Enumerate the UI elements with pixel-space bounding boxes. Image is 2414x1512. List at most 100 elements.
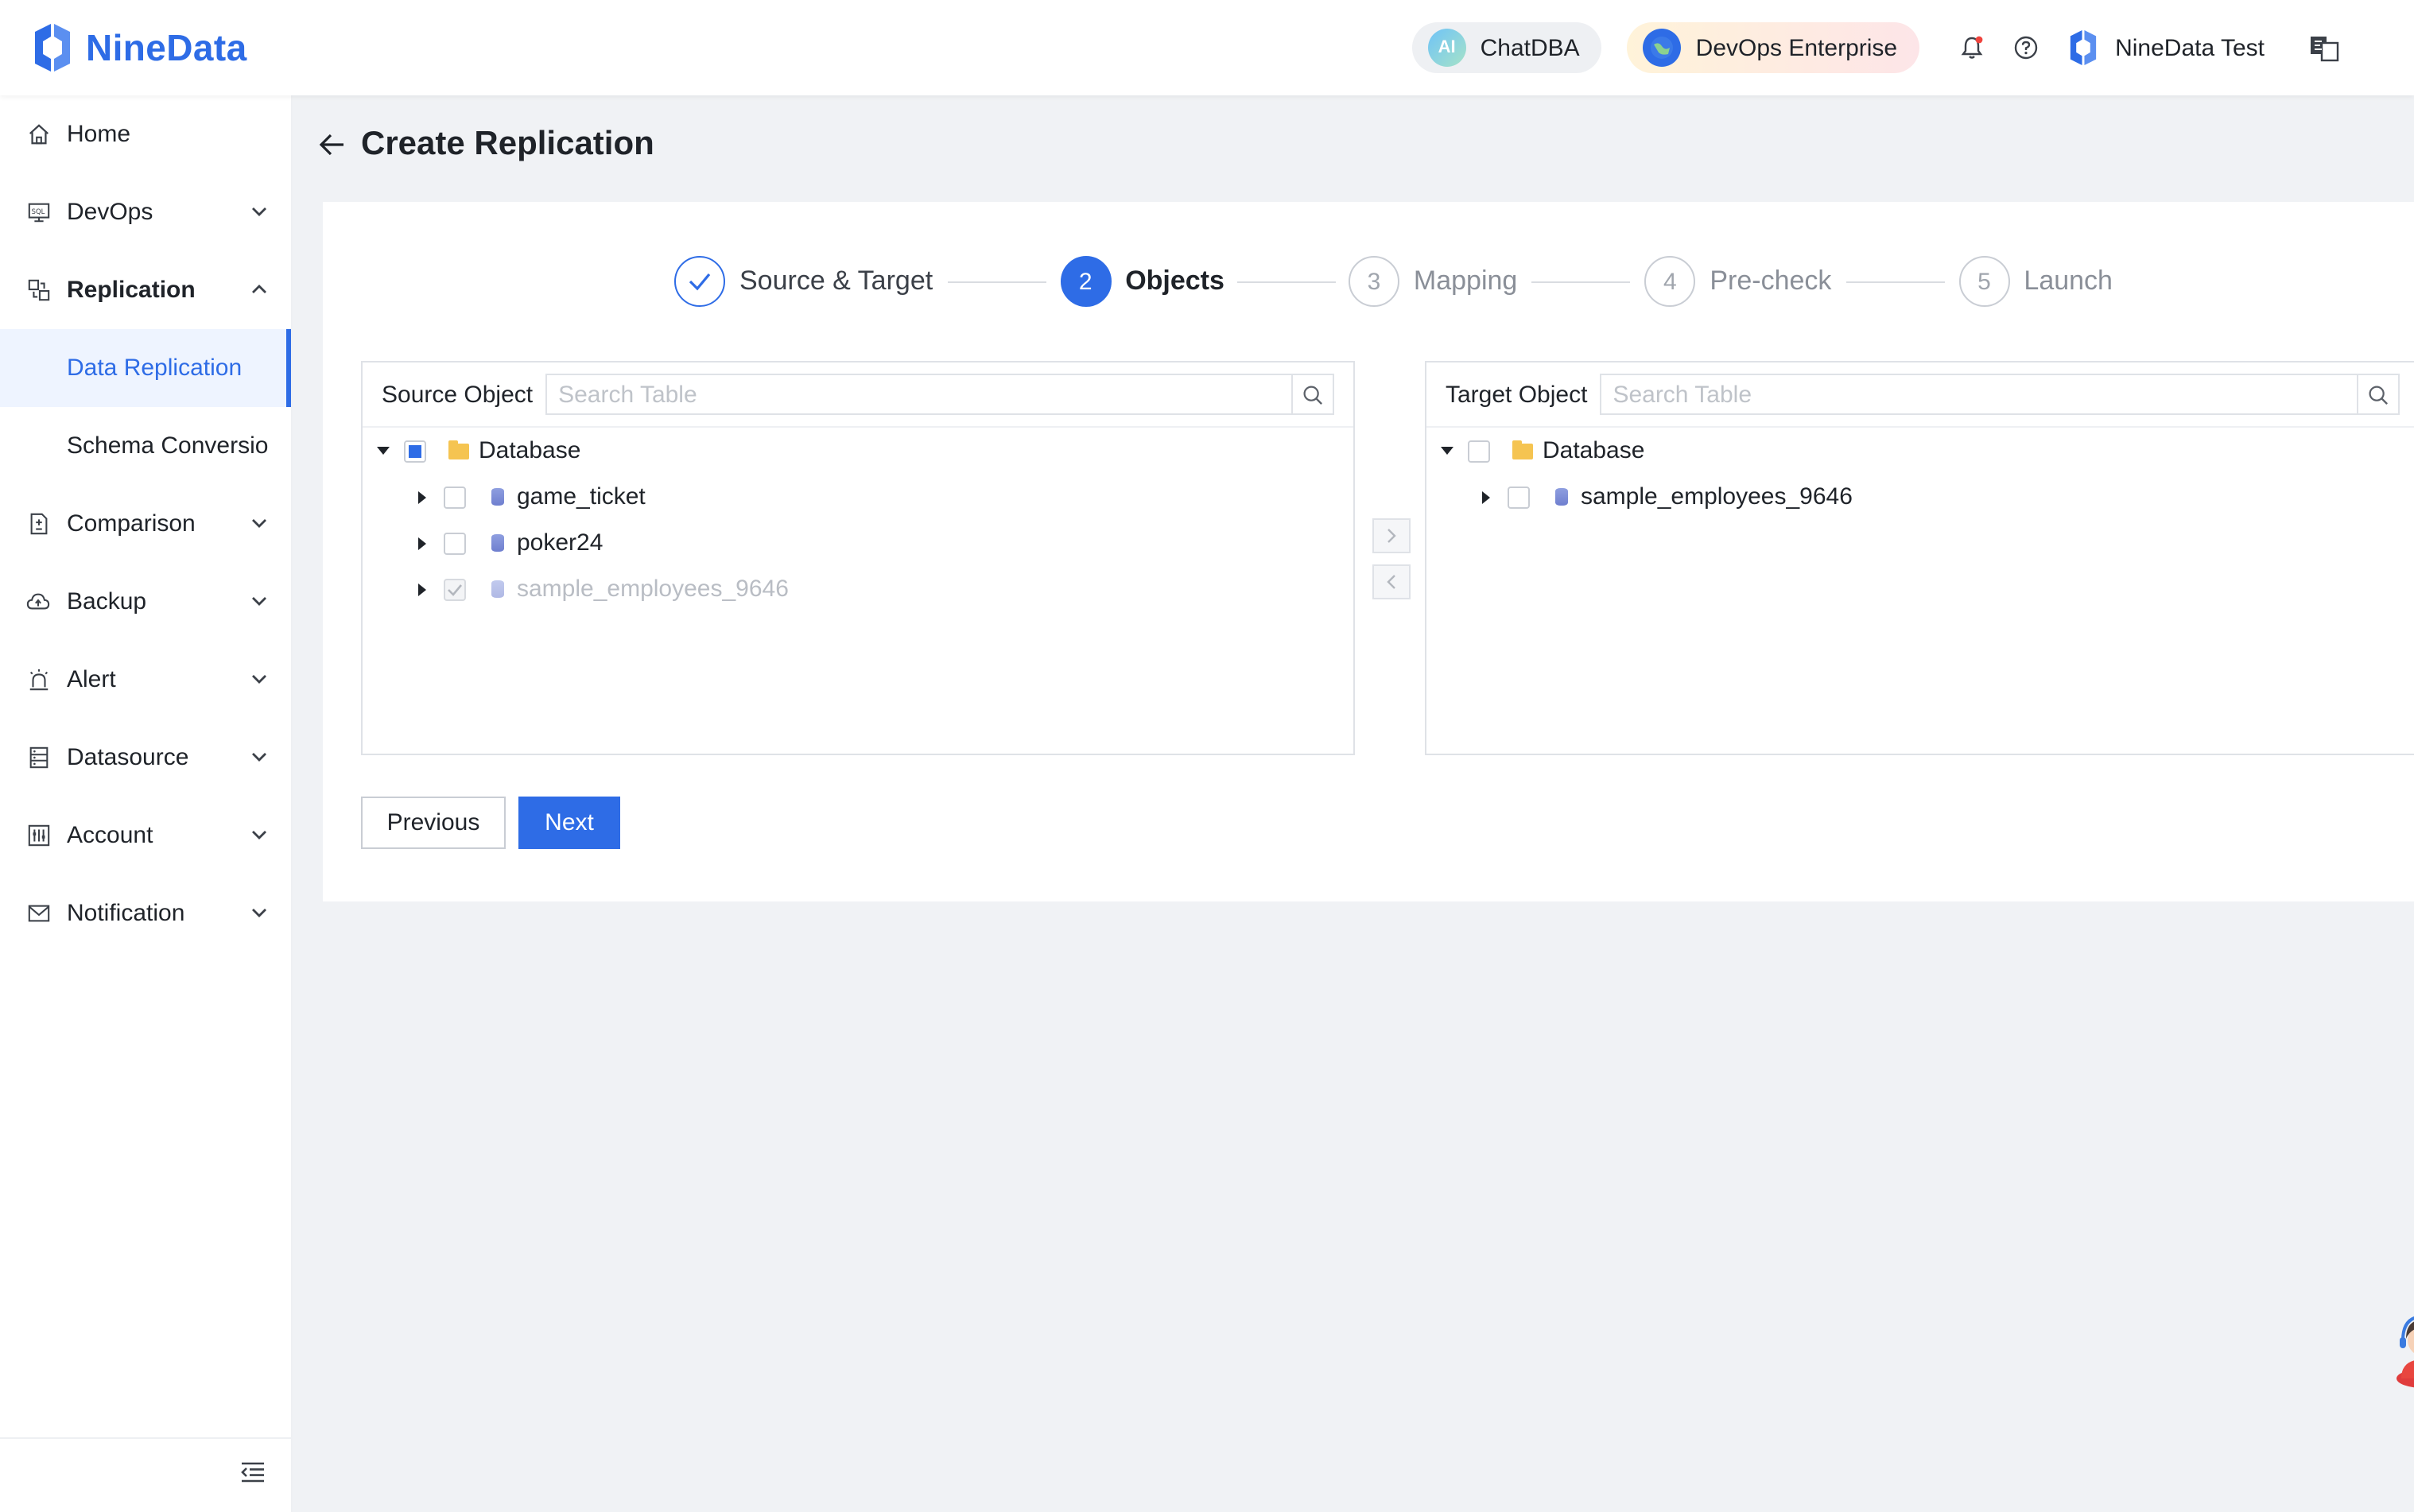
ninedata-logo-icon	[35, 24, 70, 72]
account-icon	[25, 823, 51, 848]
compare-icon	[25, 511, 51, 537]
brand-logo[interactable]: NineData	[29, 22, 247, 73]
caret-down-icon[interactable]	[377, 447, 390, 455]
sidebar-item-label: Backup	[67, 588, 147, 615]
poker24-checkbox[interactable]	[444, 532, 466, 554]
sidebar-item-label: Datasource	[67, 744, 189, 771]
sidebar: Home SQL DevOps Replication Data Replica…	[0, 95, 293, 1512]
tree-node-game-ticket[interactable]: game_ticket	[363, 474, 1353, 520]
step-connector	[1531, 281, 1631, 282]
user-menu[interactable]: NineData Test	[2066, 29, 2265, 67]
user-logo-icon	[2070, 30, 2097, 65]
devops-enterprise-button[interactable]: DevOps Enterprise	[1627, 22, 1920, 73]
back-arrow-icon[interactable]	[318, 132, 347, 157]
caret-right-icon[interactable]	[418, 537, 426, 549]
step-launch: 5 Launch	[1958, 256, 2113, 307]
top-header: NineData AI ChatDBA DevOps Enterprise Ni…	[0, 0, 2414, 95]
sidebar-item-devops[interactable]: SQL DevOps	[0, 173, 291, 251]
next-button[interactable]: Next	[518, 797, 620, 849]
target-sample-employees-checkbox[interactable]	[1508, 486, 1530, 508]
chevron-right-icon	[1387, 529, 1396, 543]
caret-right-icon[interactable]	[418, 490, 426, 503]
help-icon[interactable]	[2012, 33, 2040, 62]
tree-node-sample-employees[interactable]: sample_employees_9646	[1426, 474, 2414, 520]
step-connector	[1845, 281, 1945, 282]
customer-service-icon	[2397, 1316, 2414, 1388]
sidebar-item-comparison[interactable]: Comparison	[0, 485, 291, 563]
globe-icon	[1643, 29, 1682, 67]
user-name: NineData Test	[2115, 34, 2265, 61]
sidebar-item-backup[interactable]: Backup	[0, 563, 291, 641]
caret-right-icon[interactable]	[1482, 490, 1490, 503]
step-source-target: Source & Target	[674, 256, 933, 307]
cloud-backup-icon	[25, 589, 51, 614]
ai-icon: AI	[1427, 29, 1466, 67]
step-number: 5	[1958, 256, 2010, 307]
collapse-menu-icon	[241, 1462, 264, 1483]
chevron-left-icon	[1387, 575, 1395, 589]
sidebar-subitem-schema-conversion[interactable]: Schema Conversio	[0, 407, 291, 485]
header-actions: AI ChatDBA DevOps Enterprise NineData Te…	[1411, 0, 2414, 95]
support-assistant-avatar[interactable]	[2389, 1308, 2414, 1388]
game-ticket-checkbox[interactable]	[444, 486, 466, 508]
sidebar-item-account[interactable]: Account	[0, 797, 291, 874]
chatdba-label: ChatDBA	[1480, 34, 1580, 61]
home-icon	[25, 122, 51, 147]
target-panel-header: Target Object	[1426, 362, 2414, 428]
move-right-button[interactable]	[1372, 518, 1411, 553]
chevron-up-icon	[252, 285, 266, 293]
source-search-box	[545, 374, 1334, 415]
tree-node-poker24[interactable]: poker24	[363, 520, 1353, 566]
sidebar-item-replication[interactable]: Replication	[0, 251, 291, 329]
tree-node-label: sample_employees_9646	[517, 576, 789, 603]
move-left-button[interactable]	[1372, 564, 1411, 599]
tree-node-label: Database	[479, 437, 581, 464]
sidebar-item-home[interactable]: Home	[0, 95, 291, 173]
checkmark-icon	[448, 583, 462, 595]
sidebar-subitem-data-replication[interactable]: Data Replication	[0, 329, 291, 407]
language-switch-icon[interactable]	[2309, 33, 2341, 62]
database-icon	[491, 488, 504, 506]
sql-icon: SQL	[25, 200, 51, 225]
source-search-input[interactable]	[547, 379, 1291, 409]
sidebar-item-notification[interactable]: Notification	[0, 874, 291, 952]
search-icon[interactable]	[1291, 375, 1333, 413]
tree-node-sample-employees[interactable]: sample_employees_9646	[363, 566, 1353, 612]
source-tree: Database game_ticket poker24 sample_empl…	[363, 428, 1353, 612]
target-search-input[interactable]	[1601, 379, 2357, 409]
tree-node-label: sample_employees_9646	[1581, 483, 1853, 510]
chatdba-button[interactable]: AI ChatDBA	[1411, 22, 1602, 73]
brand-name: NineData	[86, 26, 247, 68]
check-icon	[674, 256, 725, 307]
step-label: Launch	[2024, 266, 2113, 296]
chevron-down-icon	[252, 831, 266, 839]
caret-right-icon[interactable]	[418, 583, 426, 595]
sidebar-item-datasource[interactable]: Datasource	[0, 719, 291, 797]
stepper: Source & Target 2 Objects 3 Mapping 4 Pr…	[674, 254, 2113, 308]
target-panel-title: Target Object	[1446, 381, 1588, 408]
search-icon[interactable]	[2357, 375, 2398, 413]
previous-button[interactable]: Previous	[361, 797, 506, 849]
bell-icon[interactable]	[1958, 33, 1986, 62]
step-label: Pre-check	[1710, 266, 1832, 296]
target-search-box	[1600, 374, 2400, 415]
tree-node-label: Database	[1543, 437, 1645, 464]
source-database-checkbox[interactable]	[404, 440, 426, 462]
target-database-checkbox[interactable]	[1468, 440, 1490, 462]
sidebar-item-label: Replication	[67, 277, 196, 304]
sidebar-collapse-button[interactable]	[0, 1437, 291, 1512]
tree-node-database[interactable]: Database	[1426, 428, 2414, 474]
tree-node-database[interactable]: Database	[363, 428, 1353, 474]
sidebar-item-label: Home	[67, 121, 131, 148]
sidebar-item-label: Account	[67, 822, 153, 849]
sidebar-item-alert[interactable]: Alert	[0, 641, 291, 719]
source-object-panel: Source Object Database game_ticket	[361, 361, 1355, 755]
chevron-down-icon	[252, 909, 266, 917]
svg-text:SQL: SQL	[31, 207, 45, 215]
target-tree: Database sample_employees_9646	[1426, 428, 2414, 520]
caret-down-icon[interactable]	[1441, 447, 1453, 455]
source-panel-header: Source Object	[363, 362, 1353, 428]
database-icon	[491, 534, 504, 552]
source-panel-title: Source Object	[382, 381, 534, 408]
sidebar-item-label: Notification	[67, 900, 185, 927]
